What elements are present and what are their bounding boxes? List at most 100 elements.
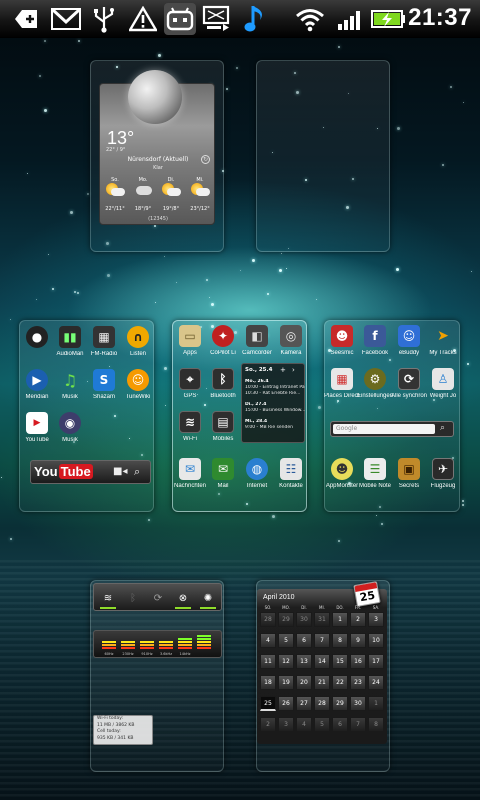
calendar-day-cell[interactable]: 24 [368, 675, 384, 690]
calendar-day-cell[interactable]: 4 [260, 633, 276, 648]
youtube-widget[interactable]: You Tube ■◂ ⌕ [30, 460, 151, 484]
calendar-day-cell[interactable]: 9 [350, 633, 366, 648]
app-kamera[interactable]: ◎ Kamera [276, 325, 306, 356]
app-shazam[interactable]: S Shazam [89, 369, 119, 400]
calendar-day-cell[interactable]: 28 [260, 612, 276, 627]
app-einstellungen[interactable]: ⚙ Einstellungen [357, 368, 393, 399]
toggle-mobile-data[interactable]: ▤ Mobiles [208, 411, 238, 442]
calendar-day-cell[interactable]: 15 [332, 654, 348, 669]
bluetooth-toggle-icon[interactable]: ᛒ [123, 588, 143, 608]
agenda-widget[interactable]: So., 25.4 + › Mo., 26.4 10:00 - Eintrag … [241, 363, 305, 443]
app-kontakte[interactable]: ☷ Kontakte [276, 458, 306, 489]
calendar-day-cell[interactable]: 30 [350, 696, 366, 711]
app-speaker[interactable]: ● [22, 326, 52, 351]
app-secrets[interactable]: ▣ Secrets [394, 458, 424, 489]
toggle-gps[interactable]: ⌖ GPS [175, 368, 205, 399]
app-meridian[interactable]: ▶ Meridian [22, 369, 52, 400]
calendar-day-cell[interactable]: 14 [314, 654, 330, 669]
app-listen[interactable]: ∩ Listen [123, 326, 153, 357]
app-internet[interactable]: ◍ Internet [242, 458, 272, 489]
app-ebuddy[interactable]: ☺ eBuddy [394, 325, 424, 356]
add-event-icon[interactable]: + [280, 366, 286, 374]
wifi-stats-widget[interactable]: Wi-Fi today: 11 MB / 3862 KB Cell today:… [93, 715, 153, 745]
app-musik[interactable]: ♫ Musik [55, 369, 85, 401]
calendar-day-cell[interactable]: 27 [296, 696, 312, 711]
search-icon[interactable]: ⌕ [440, 423, 445, 433]
app-tunewiki[interactable]: ☺ TuneWiki [123, 369, 153, 400]
calendar-day-cell[interactable]: 21 [314, 675, 330, 690]
app-seesmic[interactable]: ☻ Seesmic [327, 325, 357, 356]
calendar-day-cell[interactable]: 10 [368, 633, 384, 648]
app-youtube[interactable]: ▶ YouTube [22, 412, 52, 443]
search-icon[interactable]: ⌕ [134, 465, 140, 479]
next-icon[interactable]: › [292, 366, 295, 374]
calendar-day-cell[interactable]: 4 [296, 717, 312, 732]
calendar-day-cell[interactable]: 11 [260, 654, 276, 669]
calendar-day-cell[interactable]: 6 [296, 633, 312, 648]
equalizer-widget[interactable]: 60Hz 230Hz 910Hz 3.6kHz 14kHz [93, 630, 222, 658]
app-sync-all[interactable]: ⟳ Alle synchronisieren [391, 368, 427, 399]
wifi-toggle-icon[interactable]: ≋ [98, 588, 118, 608]
calendar-day-cell[interactable]: 31 [314, 612, 330, 627]
calendar-day-cell[interactable]: 25 [260, 696, 276, 711]
calendar-day-cell[interactable]: 12 [278, 654, 294, 669]
calendar-day-cell[interactable]: 19 [278, 675, 294, 690]
calendar-day-cell[interactable]: 16 [350, 654, 366, 669]
calendar-day-cell[interactable]: 3 [368, 612, 384, 627]
power-control-widget[interactable]: ≋ ᛒ ⟳ ⊗ ✺ [93, 583, 222, 611]
app-copilot[interactable]: ✦ CoPilot Li [208, 325, 238, 356]
refresh-icon[interactable]: ↻ [201, 155, 210, 164]
calendar-day-cell[interactable]: 3 [278, 717, 294, 732]
calendar-day-cell[interactable]: 1 [332, 612, 348, 627]
calendar-day-cell[interactable]: 26 [278, 696, 294, 711]
app-audioman[interactable]: ▮▮ AudioMan [55, 326, 85, 357]
status-bar[interactable]: 21:37 [0, 0, 480, 38]
calendar-day-cell[interactable]: 29 [332, 696, 348, 711]
brightness-toggle-icon[interactable]: ✺ [198, 588, 218, 608]
calendar-day-cell[interactable]: 22 [332, 675, 348, 690]
calendar-day-cell[interactable]: 5 [314, 717, 330, 732]
calendar-day-cell[interactable]: 2 [260, 717, 276, 732]
toggle-bluetooth[interactable]: ᛒ Bluetooth [208, 368, 238, 399]
app-weight-journal[interactable]: ♙ Weight Jo [428, 368, 458, 399]
calendar-day-cell[interactable]: 17 [368, 654, 384, 669]
app-apps[interactable]: ▭ Apps [175, 325, 205, 356]
calendar-day-cell[interactable]: 30 [296, 612, 312, 627]
calendar-day-cell[interactable]: 18 [260, 675, 276, 690]
app-places-directory[interactable]: ▦ Places Directory [324, 368, 360, 399]
calendar-day-cell[interactable]: 29 [278, 612, 294, 627]
app-label: Camcorder [242, 350, 272, 356]
gps-toggle-icon[interactable]: ⊗ [173, 588, 193, 608]
app-my-tracks[interactable]: ➤ My Tracks [428, 325, 458, 356]
app-appmonster[interactable]: ☻ AppMonster [326, 458, 358, 489]
app-nachrichten[interactable]: ✉ Nachrichten [174, 458, 206, 489]
toggle-wifi[interactable]: ≋ Wi-Fi [175, 411, 205, 442]
star [44, 109, 47, 112]
calendar-day-cell[interactable]: 8 [368, 717, 384, 732]
calendar-day-cell[interactable]: 13 [296, 654, 312, 669]
calendar-day-cell[interactable]: 5 [278, 633, 294, 648]
camera-record-icon[interactable]: ■◂ [113, 466, 127, 477]
calendar-day-cell[interactable]: 2 [350, 612, 366, 627]
screen-thumbnail-2-empty[interactable] [256, 60, 390, 252]
calendar-day-cell[interactable]: 20 [296, 675, 312, 690]
calendar-day-cell[interactable]: 7 [314, 633, 330, 648]
calendar-day-cell[interactable]: 6 [332, 717, 348, 732]
app-fm-radio[interactable]: ▦ FM-Radio [89, 326, 119, 357]
app-camcorder[interactable]: ◧ Camcorder [242, 325, 272, 356]
calendar-day-cell[interactable]: 8 [332, 633, 348, 648]
calendar-weekday: DO. [336, 605, 344, 610]
app-flugzeug[interactable]: ✈ Flugzeug [428, 458, 458, 489]
star [39, 75, 41, 77]
app-mail[interactable]: ✉ Mail [208, 458, 238, 489]
calendar-day-cell[interactable]: 28 [314, 696, 330, 711]
calendar-day-cell[interactable]: 7 [350, 717, 366, 732]
search-input[interactable]: Google [333, 424, 435, 434]
calendar-day-cell[interactable]: 1 [368, 696, 384, 711]
app-facebook[interactable]: f Facebook [360, 325, 390, 356]
app-mobile-note[interactable]: ☰ Mobile Note [359, 458, 391, 489]
app-musik-2[interactable]: ◉ Musik [55, 412, 85, 443]
google-search-widget[interactable]: Google ⌕ [330, 421, 454, 437]
sync-toggle-icon[interactable]: ⟳ [148, 588, 168, 608]
calendar-day-cell[interactable]: 23 [350, 675, 366, 690]
